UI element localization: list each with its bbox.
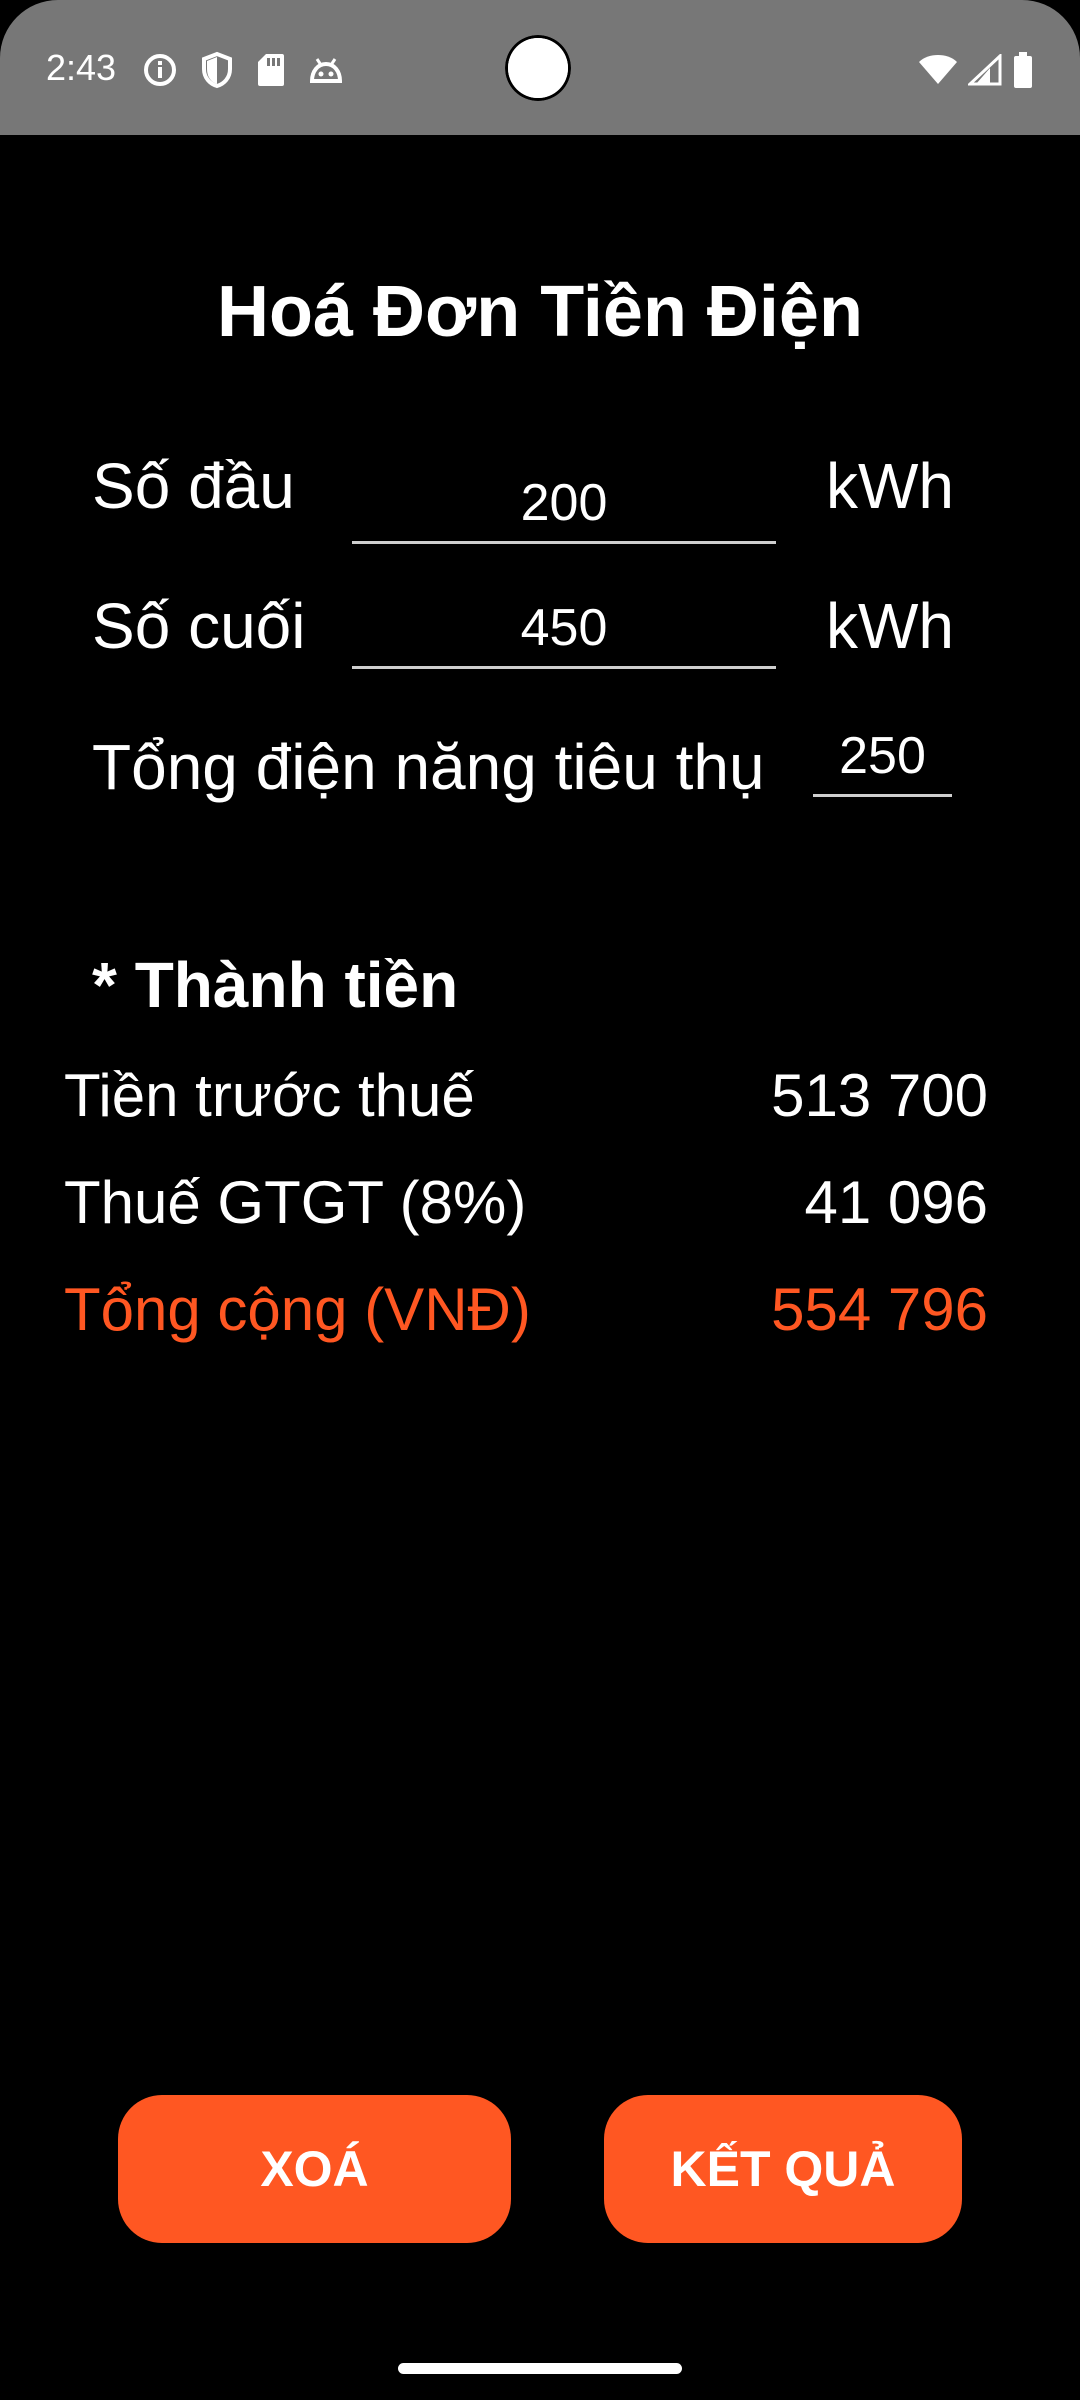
total-value: 554 796 [771,1276,988,1343]
sd-card-icon [256,52,286,88]
end-reading-input[interactable] [352,590,776,669]
home-indicator[interactable] [398,2363,682,2374]
page-title: Hoá Đơn Tiền Điện [217,272,863,352]
android-debug-icon [308,53,344,87]
pre-tax-value: 513 700 [771,1062,988,1129]
status-time: 2:43 [46,47,117,88]
status-icons-right [918,50,1034,90]
end-reading-label: Số cuối [92,590,306,662]
start-reading-unit: kWh [826,450,954,522]
vat-label: Thuế GTGT (8%) [64,1169,527,1236]
end-reading-unit: kWh [826,590,954,662]
status-icons-left [142,50,344,90]
total-label: Tổng cộng (VNĐ) [64,1276,531,1343]
results-heading: * Thành tiền [92,949,459,1021]
info-icon [142,52,178,88]
wifi-icon [918,54,958,86]
vat-value: 41 096 [804,1169,988,1236]
result-button[interactable]: KẾT QUẢ [604,2095,962,2243]
status-bar: 2:43 [0,0,1080,135]
pre-tax-label: Tiền trước thuế [64,1062,475,1129]
total-consumption-label: Tổng điện năng tiêu thụ [92,731,765,803]
front-camera-cutout [505,35,571,101]
start-reading-input[interactable] [352,465,776,544]
clear-button[interactable]: XOÁ [118,2095,511,2243]
start-reading-label: Số đầu [92,450,295,522]
shield-icon [200,51,234,89]
cell-signal-icon [968,54,1002,86]
battery-icon [1012,51,1034,89]
total-consumption-input[interactable] [813,718,952,797]
